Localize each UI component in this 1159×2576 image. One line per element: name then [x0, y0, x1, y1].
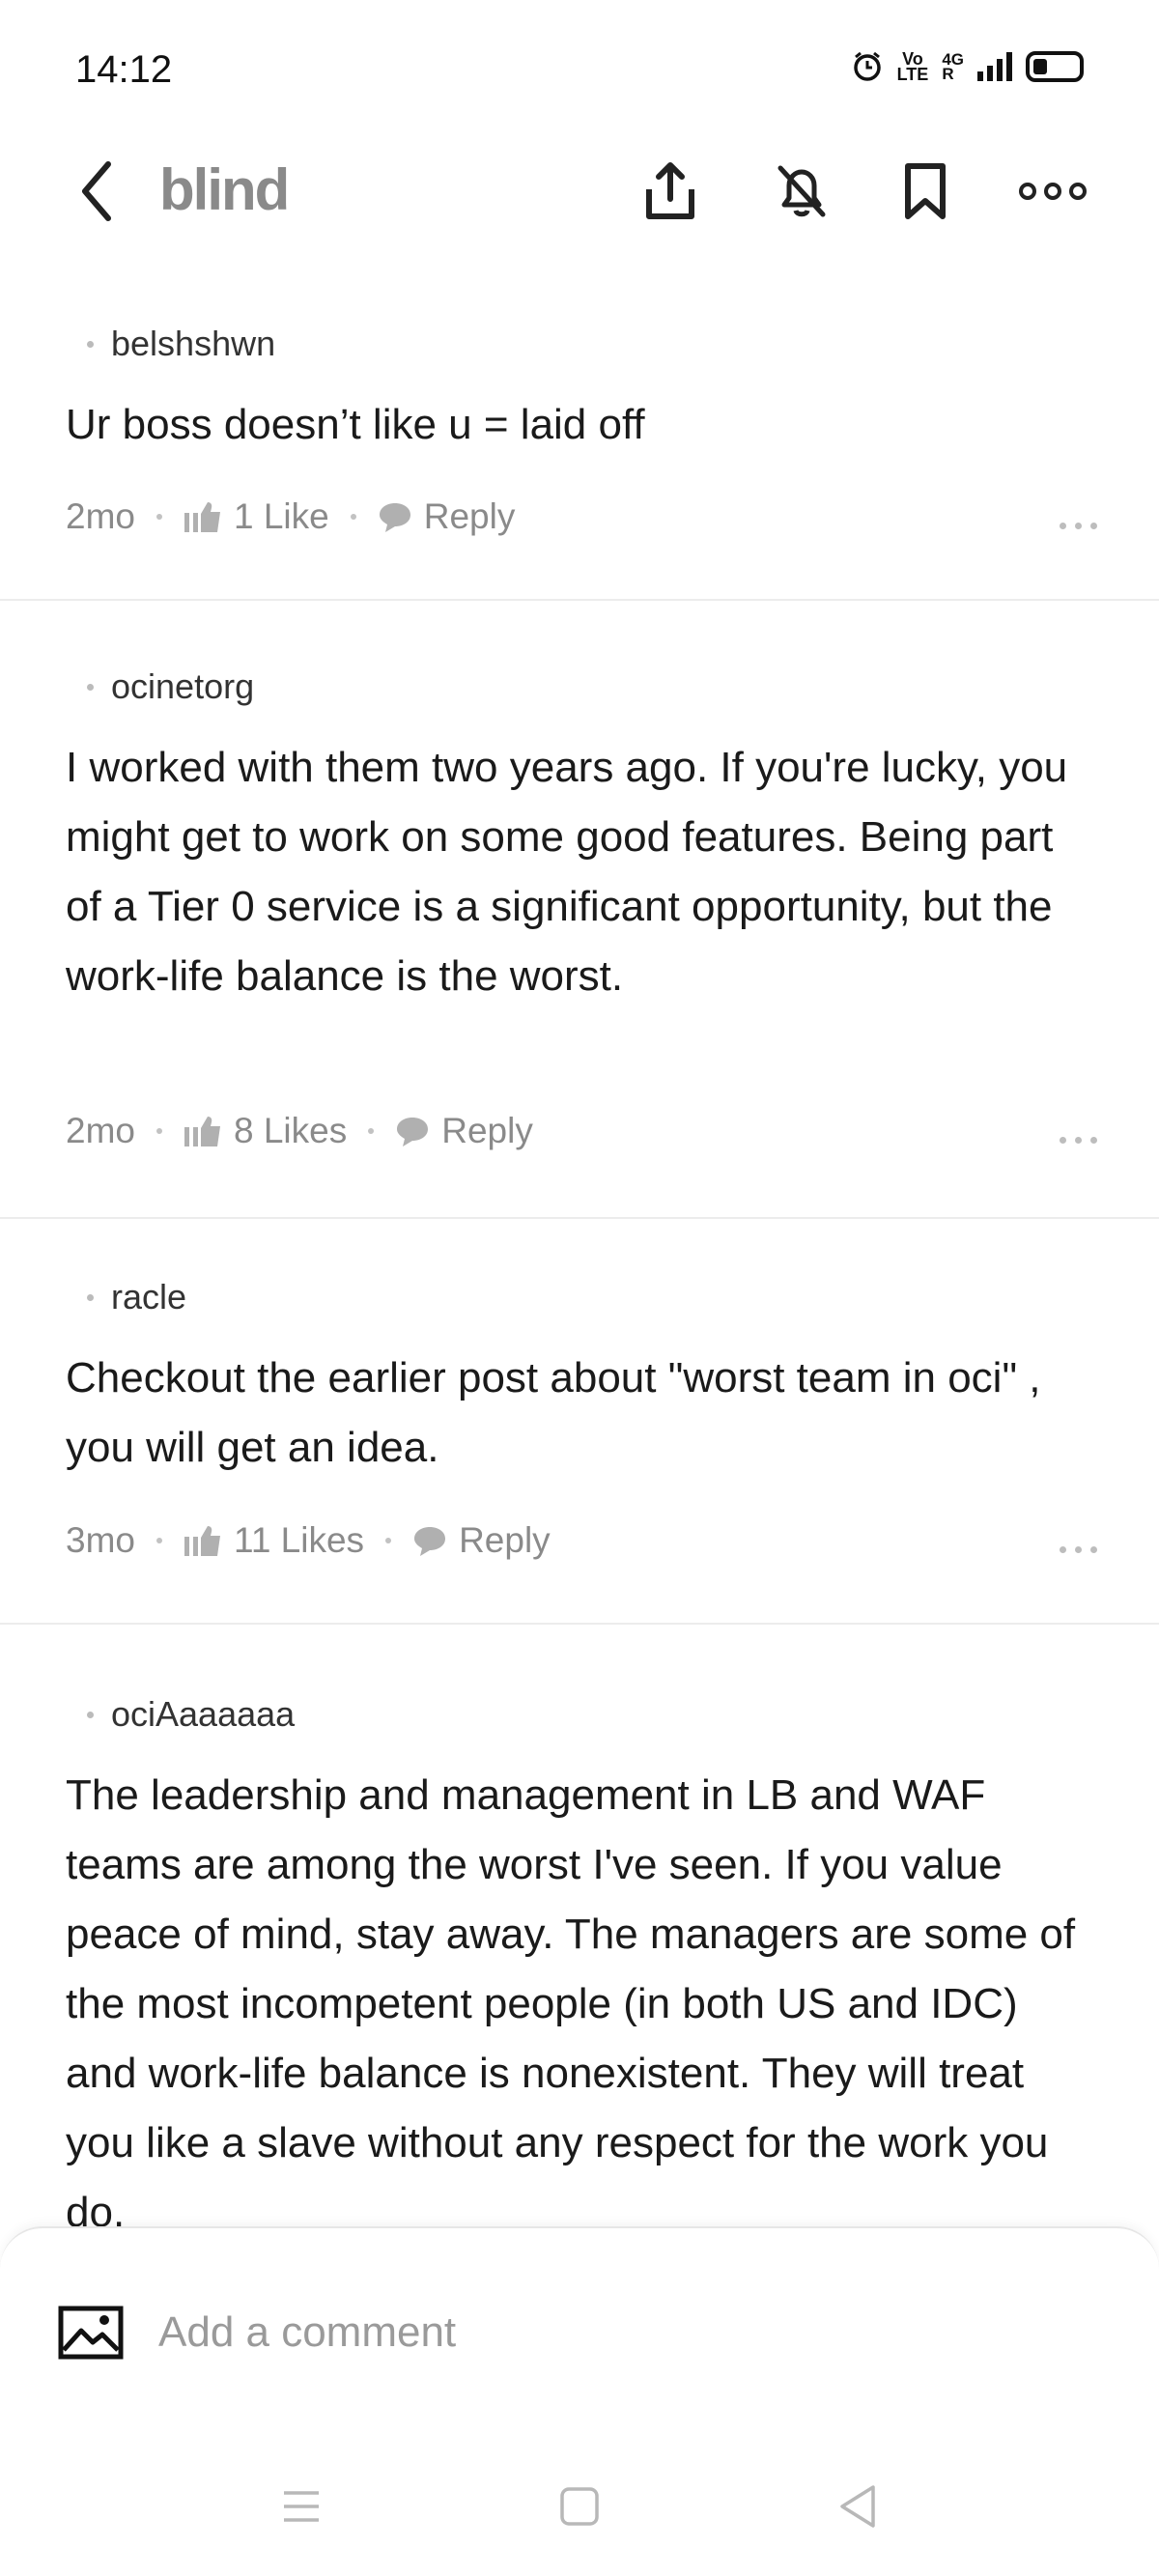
brand-logo: blind	[159, 157, 290, 222]
comment-more-icon[interactable]	[1060, 523, 1097, 529]
reply-button[interactable]: Reply	[441, 1111, 533, 1151]
comment-meta: 2mo 1 Like Reply	[66, 496, 515, 537]
comment-author[interactable]: ociAaaaaaa	[66, 1689, 1101, 1740]
author-name: racle	[111, 1277, 187, 1316]
separator-dot	[155, 1538, 162, 1543]
more-options-button[interactable]	[1016, 153, 1089, 230]
separator-dot	[385, 1538, 392, 1543]
recent-apps-button[interactable]	[272, 2477, 330, 2535]
system-nav-bar	[0, 2458, 1159, 2545]
network-roaming: R	[942, 65, 954, 83]
comment-age: 2mo	[66, 1111, 135, 1150]
like-icon[interactable]	[184, 1115, 222, 1147]
network-type: 4G R	[942, 51, 964, 83]
comment-more-icon[interactable]	[1060, 1546, 1097, 1553]
author-name: belshshwn	[111, 324, 276, 363]
back-nav-icon	[840, 2485, 875, 2528]
like-count[interactable]: 8 Likes	[234, 1111, 347, 1151]
like-count[interactable]: 1 Like	[234, 496, 329, 537]
share-button[interactable]	[634, 153, 707, 230]
author-name: ociAaaaaaa	[111, 1694, 296, 1734]
back-icon	[82, 161, 111, 221]
author-dot	[87, 1711, 94, 1718]
separator-dot	[350, 514, 356, 520]
mute-notifications-button[interactable]	[765, 153, 838, 230]
comment-text: Checkout the earlier post about "worst t…	[66, 1354, 1041, 1471]
reply-button[interactable]: Reply	[424, 496, 516, 537]
comment-author[interactable]: racle	[66, 1272, 1101, 1322]
volte-icon: Vo LTE	[896, 50, 929, 84]
separator-dot	[368, 1128, 375, 1134]
share-icon	[646, 162, 694, 219]
comment-item: racle Checkout the earlier post about "w…	[0, 1219, 1159, 1625]
more-icon	[1019, 183, 1087, 200]
comment-age: 2mo	[66, 496, 135, 536]
notifications-off-icon	[777, 165, 826, 217]
app-header: blind	[0, 145, 1159, 270]
reply-icon[interactable]	[395, 1115, 430, 1147]
add-comment-field[interactable]: Add a comment	[58, 2306, 456, 2360]
reply-button[interactable]: Reply	[459, 1520, 551, 1561]
comment-text: The leadership and management in LB and …	[66, 1771, 1076, 2236]
reply-icon[interactable]	[412, 1524, 447, 1557]
like-count[interactable]: 11 Likes	[234, 1520, 364, 1561]
comment-text: I worked with them two years ago. If you…	[66, 744, 1068, 1000]
image-icon[interactable]	[58, 2306, 124, 2360]
volte-bottom: LTE	[896, 65, 929, 84]
comment-author[interactable]: belshshwn	[66, 319, 1101, 369]
home-button[interactable]	[551, 2477, 608, 2535]
reply-icon[interactable]	[378, 500, 412, 533]
status-icons: Vo LTE 4G R	[851, 50, 1084, 83]
comment-item: belshshwn Ur boss doesn’t like u = laid …	[0, 290, 1159, 601]
back-button[interactable]	[68, 153, 126, 230]
comment-meta: 3mo 11 Likes Reply	[66, 1520, 551, 1561]
comment-meta: 2mo 8 Likes Reply	[66, 1111, 533, 1151]
bookmark-button[interactable]	[889, 153, 962, 230]
separator-dot	[155, 1128, 162, 1134]
author-dot	[87, 683, 94, 691]
status-bar: 14:12 Vo LTE 4G R	[0, 0, 1159, 145]
comment-list: belshshwn Ur boss doesn’t like u = laid …	[0, 290, 1159, 2301]
system-back-button[interactable]	[829, 2477, 887, 2535]
signal-icon	[977, 52, 1012, 81]
author-dot	[87, 1293, 94, 1301]
like-icon[interactable]	[184, 500, 222, 533]
status-time: 14:12	[75, 48, 173, 91]
comment-age: 3mo	[66, 1520, 135, 1560]
like-icon[interactable]	[184, 1524, 222, 1557]
author-name: ocinetorg	[111, 666, 255, 706]
comment-more-icon[interactable]	[1060, 1137, 1097, 1144]
comment-item: ociAaaaaaa The leadership and management…	[0, 1625, 1159, 2301]
battery-icon	[1026, 51, 1084, 82]
alarm-icon	[851, 50, 884, 83]
comment-item: ocinetorg I worked with them two years a…	[0, 601, 1159, 1219]
comment-author[interactable]: ocinetorg	[66, 662, 1101, 712]
bookmark-icon	[905, 163, 946, 219]
author-dot	[87, 340, 94, 348]
separator-dot	[155, 514, 162, 520]
comment-text: Ur boss doesn’t like u = laid off	[66, 401, 645, 448]
menu-icon	[284, 2491, 319, 2522]
add-comment-placeholder[interactable]: Add a comment	[158, 2308, 456, 2357]
home-icon	[560, 2487, 599, 2526]
